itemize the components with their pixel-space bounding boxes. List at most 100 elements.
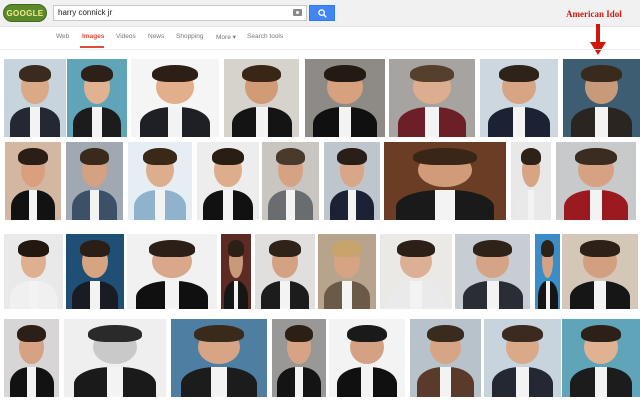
image-result-thumbnail[interactable] <box>562 319 640 397</box>
tab-videos[interactable]: Videos <box>116 33 136 40</box>
person-hair <box>347 325 387 343</box>
search-button[interactable] <box>309 5 335 21</box>
tab-more[interactable]: More ▾ <box>216 33 236 41</box>
image-result-thumbnail[interactable] <box>171 319 267 397</box>
image-result-thumbnail[interactable] <box>224 59 299 137</box>
shirt-collar <box>545 280 550 309</box>
image-result-thumbnail[interactable] <box>64 319 166 397</box>
image-result-thumbnail[interactable] <box>329 319 405 397</box>
image-result-thumbnail[interactable] <box>318 234 376 309</box>
person-hair <box>427 325 464 343</box>
person-hair <box>18 65 52 83</box>
shirt-collar <box>285 190 296 220</box>
image-results-grid <box>0 55 640 400</box>
tab-search-tools[interactable]: Search tools <box>247 33 283 40</box>
person-hair <box>81 65 113 83</box>
shirt-collar <box>154 190 166 220</box>
shirt-collar <box>27 367 36 397</box>
person-hair <box>17 325 46 343</box>
shirt-collar <box>233 280 239 309</box>
shirt-collar <box>589 190 603 220</box>
active-tab-indicator <box>80 46 104 48</box>
shirt-collar <box>338 107 352 137</box>
image-result-thumbnail[interactable] <box>127 234 217 309</box>
shirt-collar <box>594 367 608 397</box>
image-result-thumbnail[interactable] <box>66 142 123 220</box>
shirt-collar <box>516 367 529 397</box>
shirt-collar <box>30 107 40 137</box>
person-hair <box>269 240 301 257</box>
tab-web[interactable]: Web <box>56 33 69 40</box>
person-hair <box>143 148 177 166</box>
shirt-collar <box>425 107 439 137</box>
image-result-thumbnail[interactable] <box>4 59 66 137</box>
image-result-thumbnail[interactable] <box>4 319 59 397</box>
shirt-collar <box>167 107 183 137</box>
shirt-collar <box>512 107 526 137</box>
image-result-thumbnail[interactable] <box>562 234 638 309</box>
person-hair <box>541 240 554 257</box>
person-hair <box>88 325 142 343</box>
image-result-thumbnail[interactable] <box>66 234 124 309</box>
shirt-collar <box>28 190 38 220</box>
logo-text: GOOGLE <box>6 8 44 18</box>
camera-icon[interactable] <box>293 9 302 16</box>
person-hair <box>284 325 314 343</box>
person-hair <box>152 65 198 83</box>
person-hair <box>502 325 543 343</box>
image-result-thumbnail[interactable] <box>128 142 192 220</box>
tab-shopping[interactable]: Shopping <box>176 33 203 40</box>
image-result-thumbnail[interactable] <box>484 319 561 397</box>
search-query-text[interactable]: harry connick jr <box>58 8 112 17</box>
image-result-thumbnail[interactable] <box>511 142 551 220</box>
shirt-collar <box>106 367 124 397</box>
search-tabs: Web Images Videos News Shopping More ▾ S… <box>0 27 640 50</box>
image-result-thumbnail[interactable] <box>384 142 506 220</box>
image-result-thumbnail[interactable] <box>131 59 219 137</box>
person-hair <box>337 148 367 166</box>
google-logo[interactable]: GOOGLE <box>3 4 47 22</box>
image-result-thumbnail[interactable] <box>197 142 259 220</box>
image-result-thumbnail[interactable] <box>455 234 530 309</box>
image-result-thumbnail[interactable] <box>4 234 63 309</box>
person-hair <box>520 148 542 166</box>
image-result-thumbnail[interactable] <box>410 319 481 397</box>
image-result-thumbnail[interactable] <box>389 59 475 137</box>
image-result-thumbnail[interactable] <box>563 59 640 137</box>
shirt-collar <box>435 190 455 220</box>
shirt-collar <box>223 190 233 220</box>
person-hair <box>397 240 435 257</box>
shirt-collar <box>294 367 304 397</box>
image-result-thumbnail[interactable] <box>324 142 380 220</box>
image-result-thumbnail[interactable] <box>556 142 636 220</box>
image-result-thumbnail[interactable] <box>272 319 326 397</box>
image-result-thumbnail[interactable] <box>221 234 251 309</box>
shirt-collar <box>255 107 268 137</box>
top-bar: GOOGLE harry connick jr <box>0 0 640 27</box>
image-result-thumbnail[interactable] <box>480 59 558 137</box>
shirt-collar <box>360 367 374 397</box>
shirt-collar <box>342 280 352 309</box>
person-hair <box>409 65 455 83</box>
person-hair <box>473 240 512 257</box>
image-result-thumbnail[interactable] <box>380 234 452 309</box>
image-result-thumbnail[interactable] <box>67 59 127 137</box>
tab-news[interactable]: News <box>148 33 164 40</box>
image-result-thumbnail[interactable] <box>305 59 385 137</box>
image-result-thumbnail[interactable] <box>535 234 560 309</box>
person-hair <box>580 240 620 257</box>
shirt-collar <box>280 280 290 309</box>
tab-images[interactable]: Images <box>82 33 104 40</box>
shirt-collar <box>211 367 227 397</box>
image-result-thumbnail[interactable] <box>5 142 61 220</box>
person-hair <box>580 325 622 343</box>
image-result-thumbnail[interactable] <box>255 234 315 309</box>
person-hair <box>275 148 306 166</box>
shirt-collar <box>593 280 607 309</box>
person-hair <box>79 148 110 166</box>
shirt-collar <box>28 280 39 309</box>
person-hair <box>18 148 48 166</box>
image-result-thumbnail[interactable] <box>262 142 319 220</box>
search-input[interactable]: harry connick jr <box>53 5 307 21</box>
shirt-collar <box>90 280 100 309</box>
